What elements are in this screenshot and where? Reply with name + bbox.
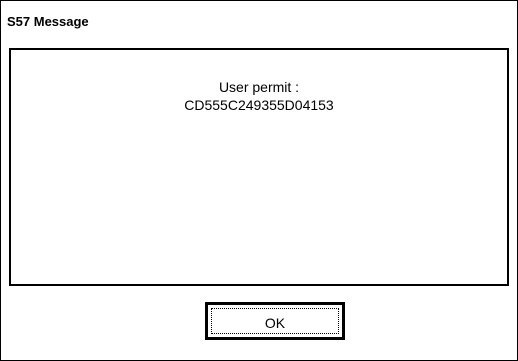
- message-panel: User permit : CD555C249355D04153: [9, 48, 509, 286]
- ok-button-label: OK: [264, 315, 286, 331]
- ok-button[interactable]: OK: [205, 302, 345, 340]
- user-permit-label: User permit :: [218, 79, 300, 95]
- dialog-title-bar[interactable]: S57 Message: [1, 1, 517, 37]
- s57-message-dialog: S57 Message User permit : CD555C249355D0…: [0, 0, 518, 361]
- user-permit-value: CD555C249355D04153: [184, 97, 334, 113]
- dialog-title: S57 Message: [7, 14, 89, 29]
